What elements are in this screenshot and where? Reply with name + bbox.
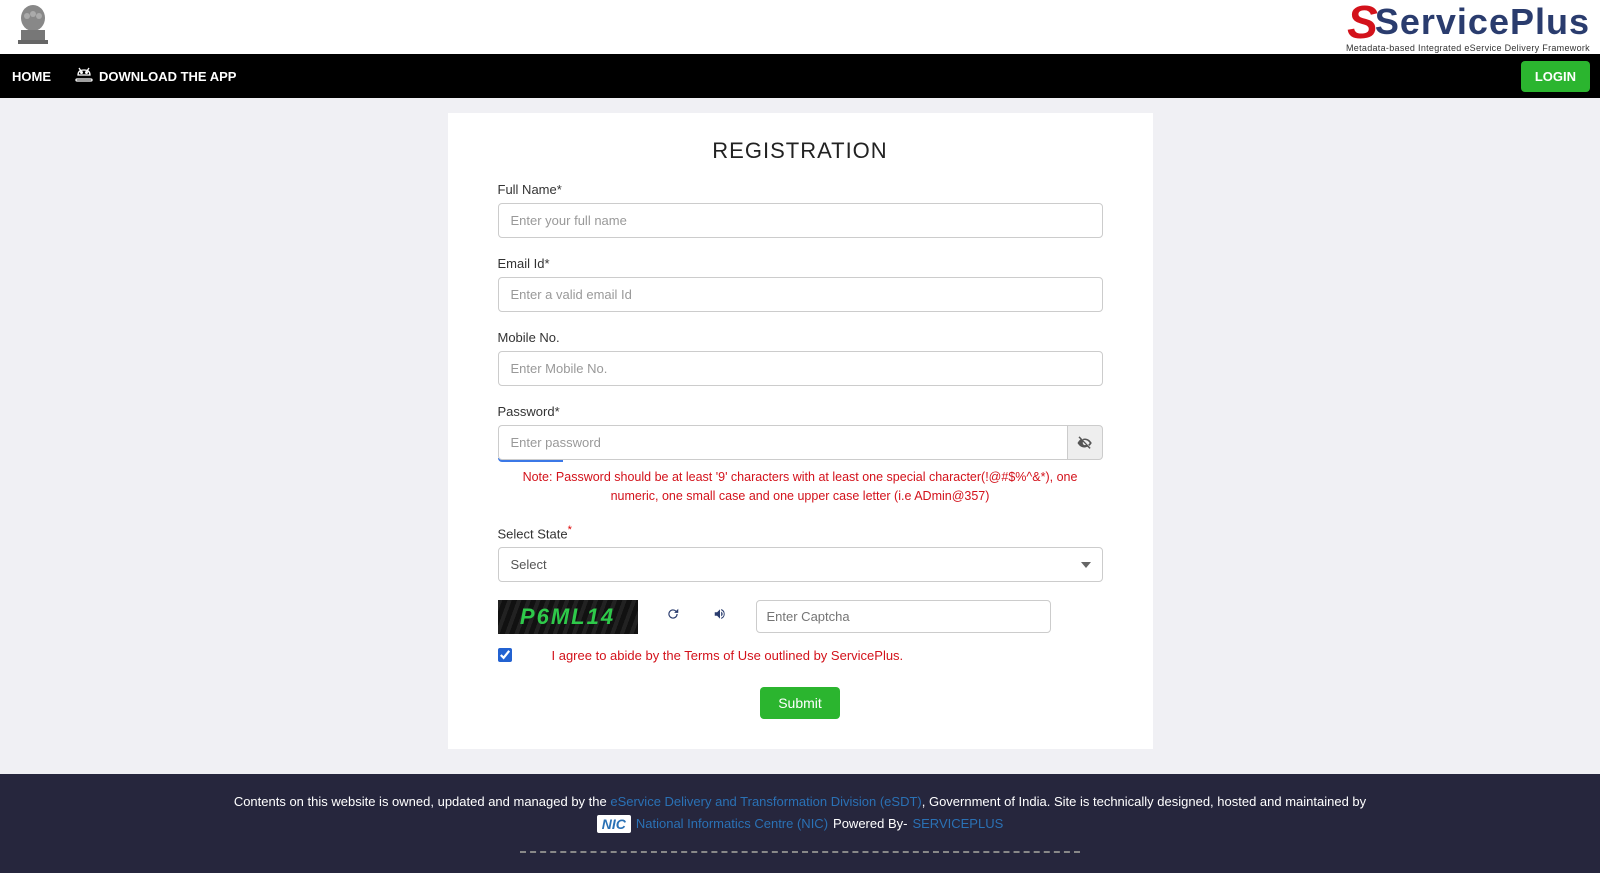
footer-separator: [520, 851, 1080, 853]
android-icon: [75, 65, 93, 88]
state-select[interactable]: Select: [498, 547, 1103, 582]
audio-captcha-button[interactable]: [708, 603, 732, 630]
volume-icon: [712, 607, 728, 621]
nav-bar: HOME DOWNLOAD THE APP LOGIN: [0, 54, 1600, 98]
password-input[interactable]: [498, 425, 1067, 460]
refresh-icon: [666, 607, 680, 621]
footer-esdt-link[interactable]: eService Delivery and Transformation Div…: [610, 794, 921, 809]
password-visibility-toggle[interactable]: [1067, 425, 1103, 460]
footer-text-suffix: , Government of India. Site is technical…: [922, 794, 1366, 809]
eye-off-icon: [1076, 434, 1094, 452]
fullname-label: Full Name*: [498, 182, 1103, 197]
footer-nic-link[interactable]: National Informatics Centre (NIC): [636, 816, 828, 831]
top-header: S ServicePlus Metadata-based Integrated …: [0, 0, 1600, 54]
terms-checkbox[interactable]: [498, 648, 512, 662]
footer-text-prefix: Contents on this website is owned, updat…: [234, 794, 611, 809]
fullname-input[interactable]: [498, 203, 1103, 238]
brand-name: ServicePlus: [1375, 1, 1590, 43]
email-input[interactable]: [498, 277, 1103, 312]
captcha-input[interactable]: [756, 600, 1051, 633]
footer-sp-link[interactable]: SERVICEPLUS: [912, 816, 1003, 831]
submit-button[interactable]: Submit: [760, 687, 840, 719]
mobile-input[interactable]: [498, 351, 1103, 386]
nav-home[interactable]: HOME: [0, 54, 63, 98]
footer: Contents on this website is owned, updat…: [0, 774, 1600, 873]
password-label: Password*: [498, 404, 1103, 419]
sp-icon: S: [1347, 4, 1370, 41]
mobile-label: Mobile No.: [498, 330, 1103, 345]
login-button[interactable]: LOGIN: [1521, 61, 1590, 92]
footer-powered-text: Powered By-: [833, 816, 907, 831]
registration-form: REGISTRATION Full Name* Email Id* Mobile…: [448, 113, 1153, 749]
nic-badge: NIC: [597, 815, 631, 833]
state-label: Select State*: [498, 524, 1103, 541]
terms-text: I agree to abide by the Terms of Use out…: [552, 648, 904, 663]
refresh-captcha-button[interactable]: [662, 603, 684, 630]
form-title: REGISTRATION: [498, 138, 1103, 164]
nav-download-app[interactable]: DOWNLOAD THE APP: [63, 54, 248, 98]
brand-tagline: Metadata-based Integrated eService Deliv…: [1346, 43, 1590, 53]
email-label: Email Id*: [498, 256, 1103, 271]
captcha-image: P6ML14: [498, 600, 638, 634]
password-note: Note: Password should be at least '9' ch…: [498, 468, 1103, 506]
brand-logo: S ServicePlus Metadata-based Integrated …: [1346, 1, 1590, 53]
national-emblem: [10, 2, 55, 52]
